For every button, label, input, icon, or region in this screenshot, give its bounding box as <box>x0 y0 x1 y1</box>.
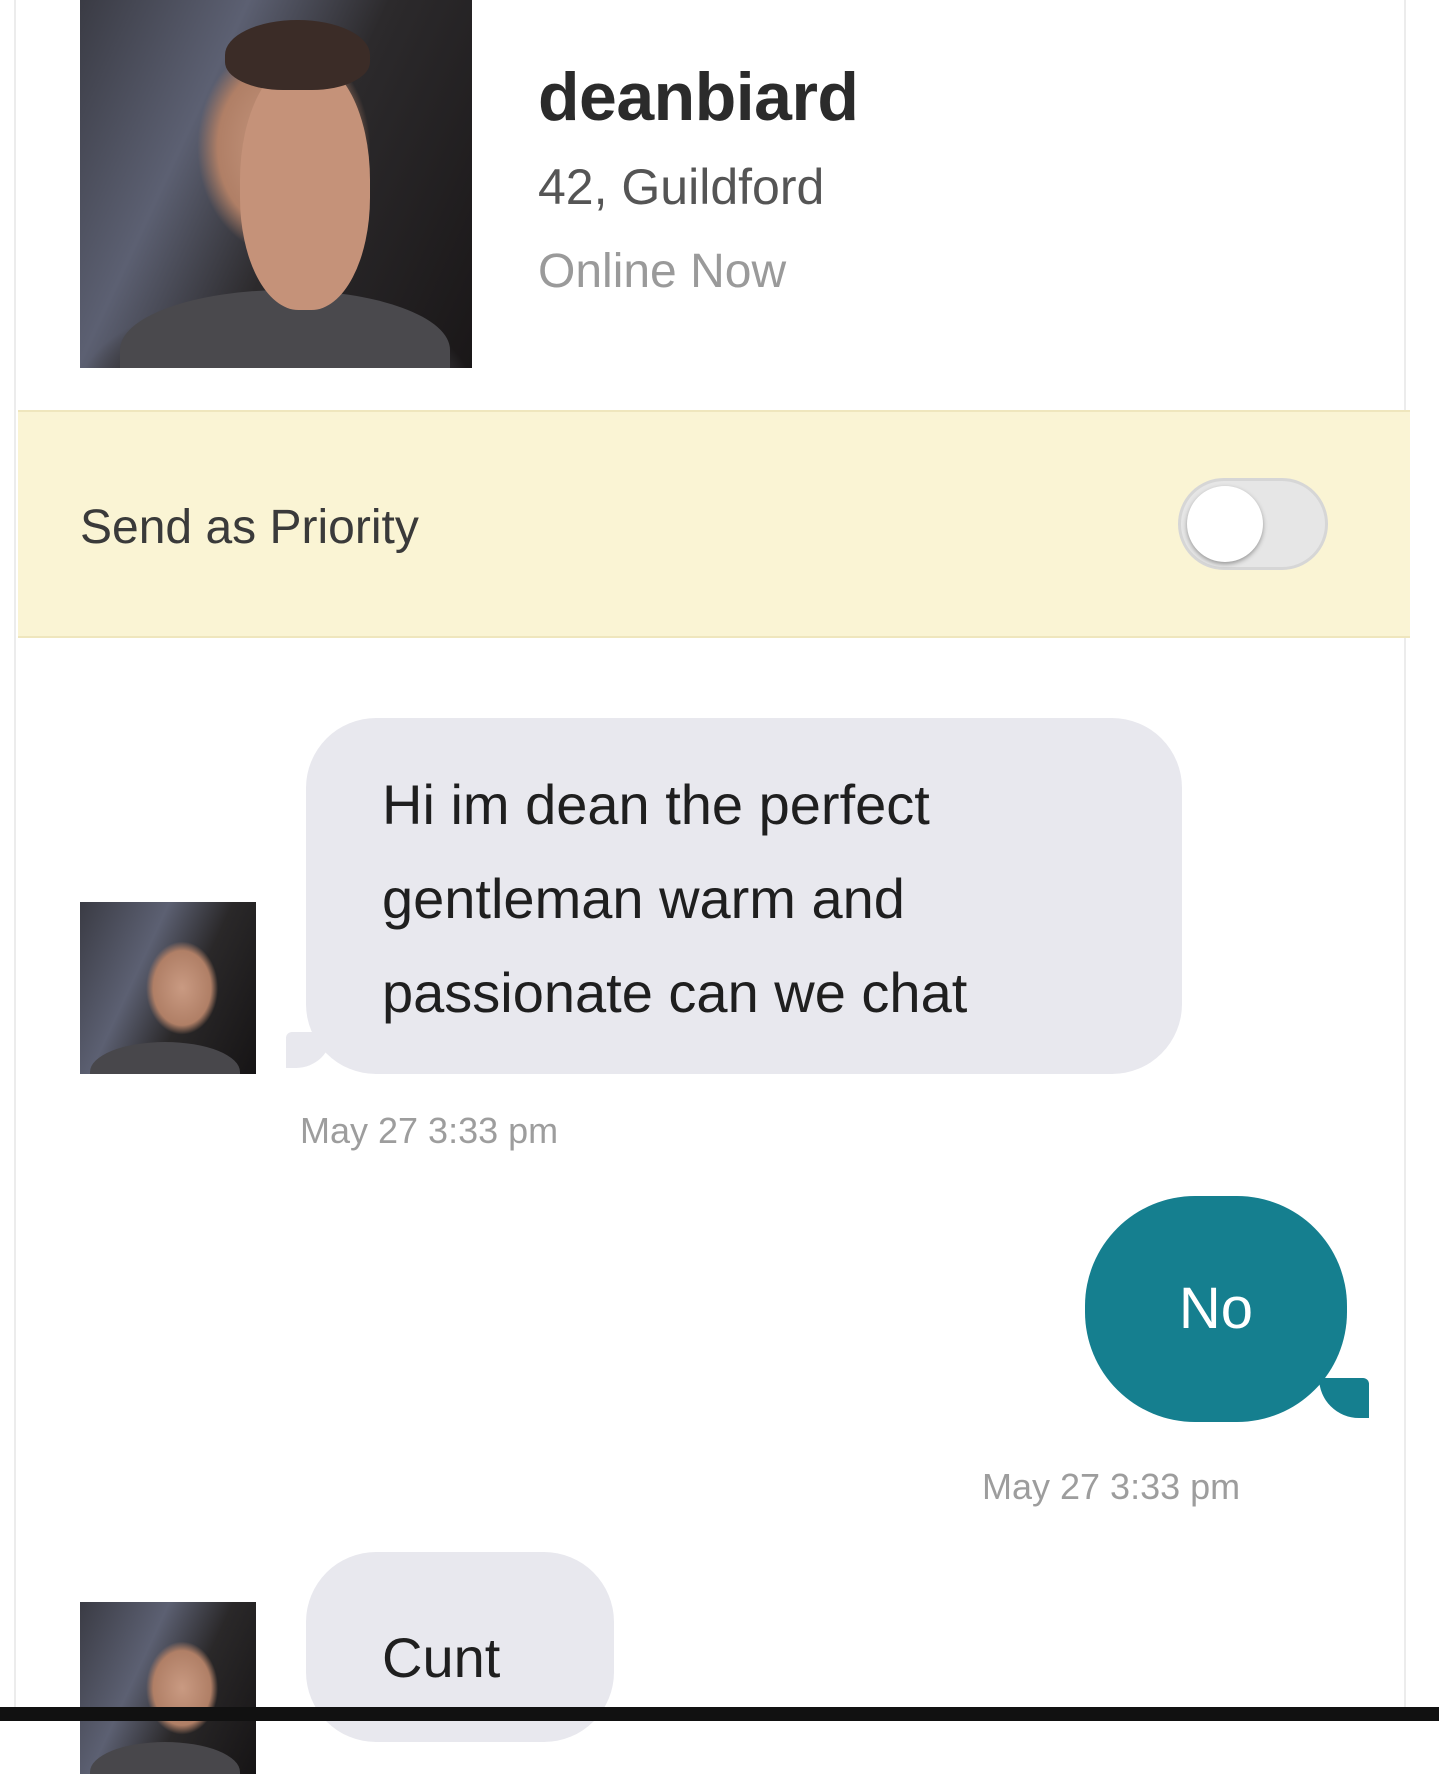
message-line: gentleman warm and <box>382 867 905 930</box>
profile-age-location: 42, Guildford <box>538 159 825 215</box>
frame-right-border <box>1404 0 1406 1721</box>
avatar-shirt <box>90 1742 240 1774</box>
send-as-priority-toggle[interactable] <box>1178 478 1328 570</box>
frame-left-border <box>14 0 16 1721</box>
sender-avatar[interactable] <box>80 1602 256 1774</box>
screen-bottom-edge <box>0 1707 1439 1721</box>
toggle-knob <box>1187 486 1263 562</box>
message-line: Cunt <box>382 1626 501 1689</box>
send-as-priority-label: Send as Priority <box>80 501 419 554</box>
message-timestamp: May 27 3:33 pm <box>982 1466 1241 1507</box>
send-as-priority-bar: Send as Priority <box>18 410 1410 638</box>
message-line: passionate can we chat <box>382 961 968 1024</box>
bubble-tail <box>286 1032 332 1068</box>
avatar-shirt <box>90 1042 240 1074</box>
avatar-face <box>240 60 370 310</box>
message-line: Hi im dean the perfect <box>382 773 930 836</box>
profile-avatar[interactable] <box>80 0 472 368</box>
avatar-hair <box>225 20 370 90</box>
incoming-message-bubble[interactable]: Hi im dean the perfect gentleman warm an… <box>262 718 1182 1074</box>
profile-online-status: Online Now <box>538 245 787 298</box>
profile-username[interactable]: deanbiard <box>538 58 859 136</box>
message-line: No <box>1178 1276 1254 1341</box>
message-timestamp: May 27 3:33 pm <box>300 1110 559 1151</box>
sender-avatar[interactable] <box>80 902 256 1074</box>
bubble-tail <box>1319 1378 1369 1418</box>
outgoing-message-bubble[interactable]: No <box>1085 1196 1395 1422</box>
